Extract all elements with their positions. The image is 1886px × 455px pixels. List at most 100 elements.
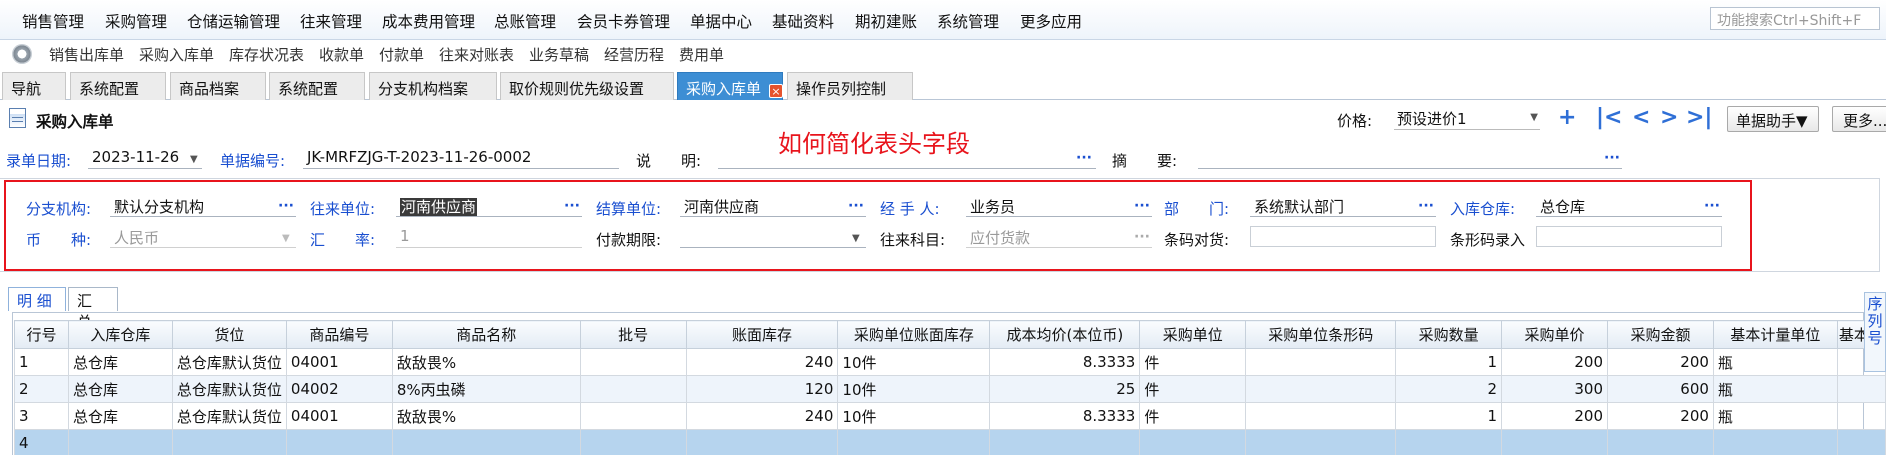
currency-field[interactable]: 人民币	[110, 227, 296, 248]
tab-summary[interactable]: 汇 总	[68, 287, 118, 331]
grid-cell[interactable]: 04001	[285, 402, 393, 430]
menu-initial[interactable]: 期初建账	[855, 10, 917, 32]
grid-cell[interactable]: 10件	[837, 402, 991, 430]
grid-cell[interactable]	[1395, 429, 1503, 455]
menu-documents[interactable]: 单据中心	[690, 10, 752, 32]
grid-cell[interactable]: 10件	[837, 375, 991, 403]
grid-cell[interactable]: 1	[14, 348, 69, 376]
dept-field[interactable]: 系统默认部门	[1250, 196, 1436, 217]
grid-cell[interactable]	[685, 429, 839, 455]
grid-column-header[interactable]: 货位	[171, 320, 287, 349]
chevron-down-icon[interactable]: ▼	[190, 154, 198, 165]
tab-pricing-rules[interactable]: 取价规则优先级设置	[500, 72, 674, 100]
grid-cell[interactable]: 件	[1139, 375, 1247, 403]
barcode-check-field[interactable]	[1250, 226, 1436, 247]
menu-cost[interactable]: 成本费用管理	[382, 10, 475, 32]
grid-cell[interactable]	[1607, 429, 1714, 455]
grid-cell[interactable]	[989, 429, 1141, 455]
add-icon[interactable]: +	[1558, 105, 1576, 130]
grid-cell[interactable]: 300	[1501, 375, 1608, 403]
last-record-icon[interactable]: >|	[1686, 105, 1712, 130]
grid-cell[interactable]: 1	[1395, 348, 1503, 376]
tab-product-archive[interactable]: 商品档案	[170, 72, 266, 100]
shortcut-expense[interactable]: 费用单	[679, 44, 724, 65]
grid-cell[interactable]: 240	[685, 402, 839, 430]
grid-cell[interactable]: 总仓库	[67, 402, 173, 430]
grid-cell[interactable]	[837, 429, 991, 455]
summary-field[interactable]	[1198, 148, 1622, 169]
grid-cell[interactable]	[171, 429, 287, 455]
grid-cell[interactable]: 8.3333	[989, 348, 1141, 376]
docno-field[interactable]: JK-MRFZJG-T-2023-11-26-0002	[303, 148, 619, 169]
grid-cell[interactable]	[1245, 348, 1397, 376]
shortcut-sales-out[interactable]: 销售出库单	[49, 44, 124, 65]
gear-icon[interactable]	[12, 44, 32, 64]
grid-cell[interactable]: 总仓库默认货位	[171, 402, 287, 430]
grid-column-header[interactable]: 采购金额	[1607, 320, 1714, 349]
grid-column-header[interactable]: 采购单位	[1139, 320, 1247, 349]
warehouse-field[interactable]: 总仓库	[1536, 196, 1722, 217]
tab-system-config-2[interactable]: 系统配置	[269, 72, 365, 100]
grid-cell[interactable]: 总仓库	[67, 375, 173, 403]
document-assistant-button[interactable]: 单据助手▼	[1727, 106, 1819, 132]
description-field[interactable]	[718, 148, 1096, 169]
price-select[interactable]: 预设进价1 ▼	[1394, 108, 1540, 130]
tab-detail[interactable]: 明 细	[8, 287, 66, 311]
handler-field[interactable]: 业务员	[966, 196, 1152, 217]
tab-operator-columns[interactable]: 操作员列控制	[787, 72, 913, 100]
grid-cell[interactable]: 200	[1501, 402, 1608, 430]
more-button[interactable]: 更多...	[1832, 106, 1886, 132]
rate-field[interactable]: 1	[396, 227, 582, 248]
shortcut-purchase-in[interactable]: 采购入库单	[139, 44, 214, 65]
grid-cell[interactable]: 200	[1501, 348, 1608, 376]
table-row[interactable]: 4	[14, 429, 1886, 455]
grid-cell[interactable]	[285, 429, 393, 455]
menu-sales[interactable]: 销售管理	[22, 10, 84, 32]
grid-cell[interactable]: 瓶	[1712, 375, 1838, 403]
grid-cell[interactable]: 件	[1139, 348, 1247, 376]
grid-cell[interactable]: 瓶	[1712, 402, 1838, 430]
shortcut-stock-status[interactable]: 库存状况表	[229, 44, 304, 65]
shortcut-history[interactable]: 经营历程	[604, 44, 664, 65]
ellipsis-icon[interactable]: ···	[1076, 150, 1092, 166]
ellipsis-icon[interactable]: ···	[848, 198, 864, 214]
grid-cell[interactable]: 04001	[285, 348, 393, 376]
grid-cell[interactable]	[1139, 429, 1247, 455]
grid-cell[interactable]: 25	[989, 375, 1141, 403]
grid-cell[interactable]: 总仓库默认货位	[171, 375, 287, 403]
grid-column-header[interactable]: 商品编号	[285, 320, 393, 349]
grid-cell[interactable]: 200	[1607, 402, 1714, 430]
grid-cell[interactable]	[579, 375, 687, 403]
serial-number-side-tab[interactable]: 序列号	[1864, 292, 1886, 372]
grid-column-header[interactable]: 成本均价(本位币)	[989, 320, 1141, 349]
ellipsis-icon[interactable]: ···	[1418, 198, 1434, 214]
menu-purchase[interactable]: 采购管理	[105, 10, 167, 32]
grid-column-header[interactable]: 采购单位条形码	[1245, 320, 1397, 349]
partner-field[interactable]: 河南供应商	[396, 196, 582, 217]
grid-cell[interactable]: 8%丙虫磷	[391, 375, 581, 403]
grid-column-header[interactable]: 行号	[14, 320, 69, 349]
table-row[interactable]: 2 总仓库 总仓库默认货位 04002 8%丙虫磷 120 10件 25 件 2 300 600 瓶	[14, 375, 1886, 403]
menu-ledger[interactable]: 总账管理	[494, 10, 556, 32]
ellipsis-icon[interactable]: ···	[1704, 198, 1720, 214]
grid-column-header[interactable]: 采购单价	[1501, 320, 1608, 349]
grid-cell[interactable]: 2	[14, 375, 69, 403]
grid-cell[interactable]: 敌敌畏%	[391, 402, 581, 430]
grid-cell[interactable]	[1245, 375, 1397, 403]
grid-cell[interactable]: 件	[1139, 402, 1247, 430]
grid-cell[interactable]	[579, 429, 687, 455]
grid-cell[interactable]: 2	[1395, 375, 1503, 403]
grid-cell[interactable]: 4	[14, 429, 69, 455]
grid-cell[interactable]: 04002	[285, 375, 393, 403]
grid-cell[interactable]	[1712, 429, 1838, 455]
menu-more-apps[interactable]: 更多应用	[1020, 10, 1082, 32]
shortcut-drafts[interactable]: 业务草稿	[529, 44, 589, 65]
payterm-field[interactable]	[680, 227, 866, 248]
grid-column-header[interactable]: 账面库存	[685, 320, 839, 349]
close-icon[interactable]: ×	[769, 84, 784, 98]
grid-cell[interactable]	[1836, 375, 1886, 403]
tab-system-config[interactable]: 系统配置	[70, 72, 166, 100]
tab-branch-archive[interactable]: 分支机构档案	[369, 72, 497, 100]
menu-accounts[interactable]: 往来管理	[300, 10, 362, 32]
grid-cell[interactable]	[579, 348, 687, 376]
